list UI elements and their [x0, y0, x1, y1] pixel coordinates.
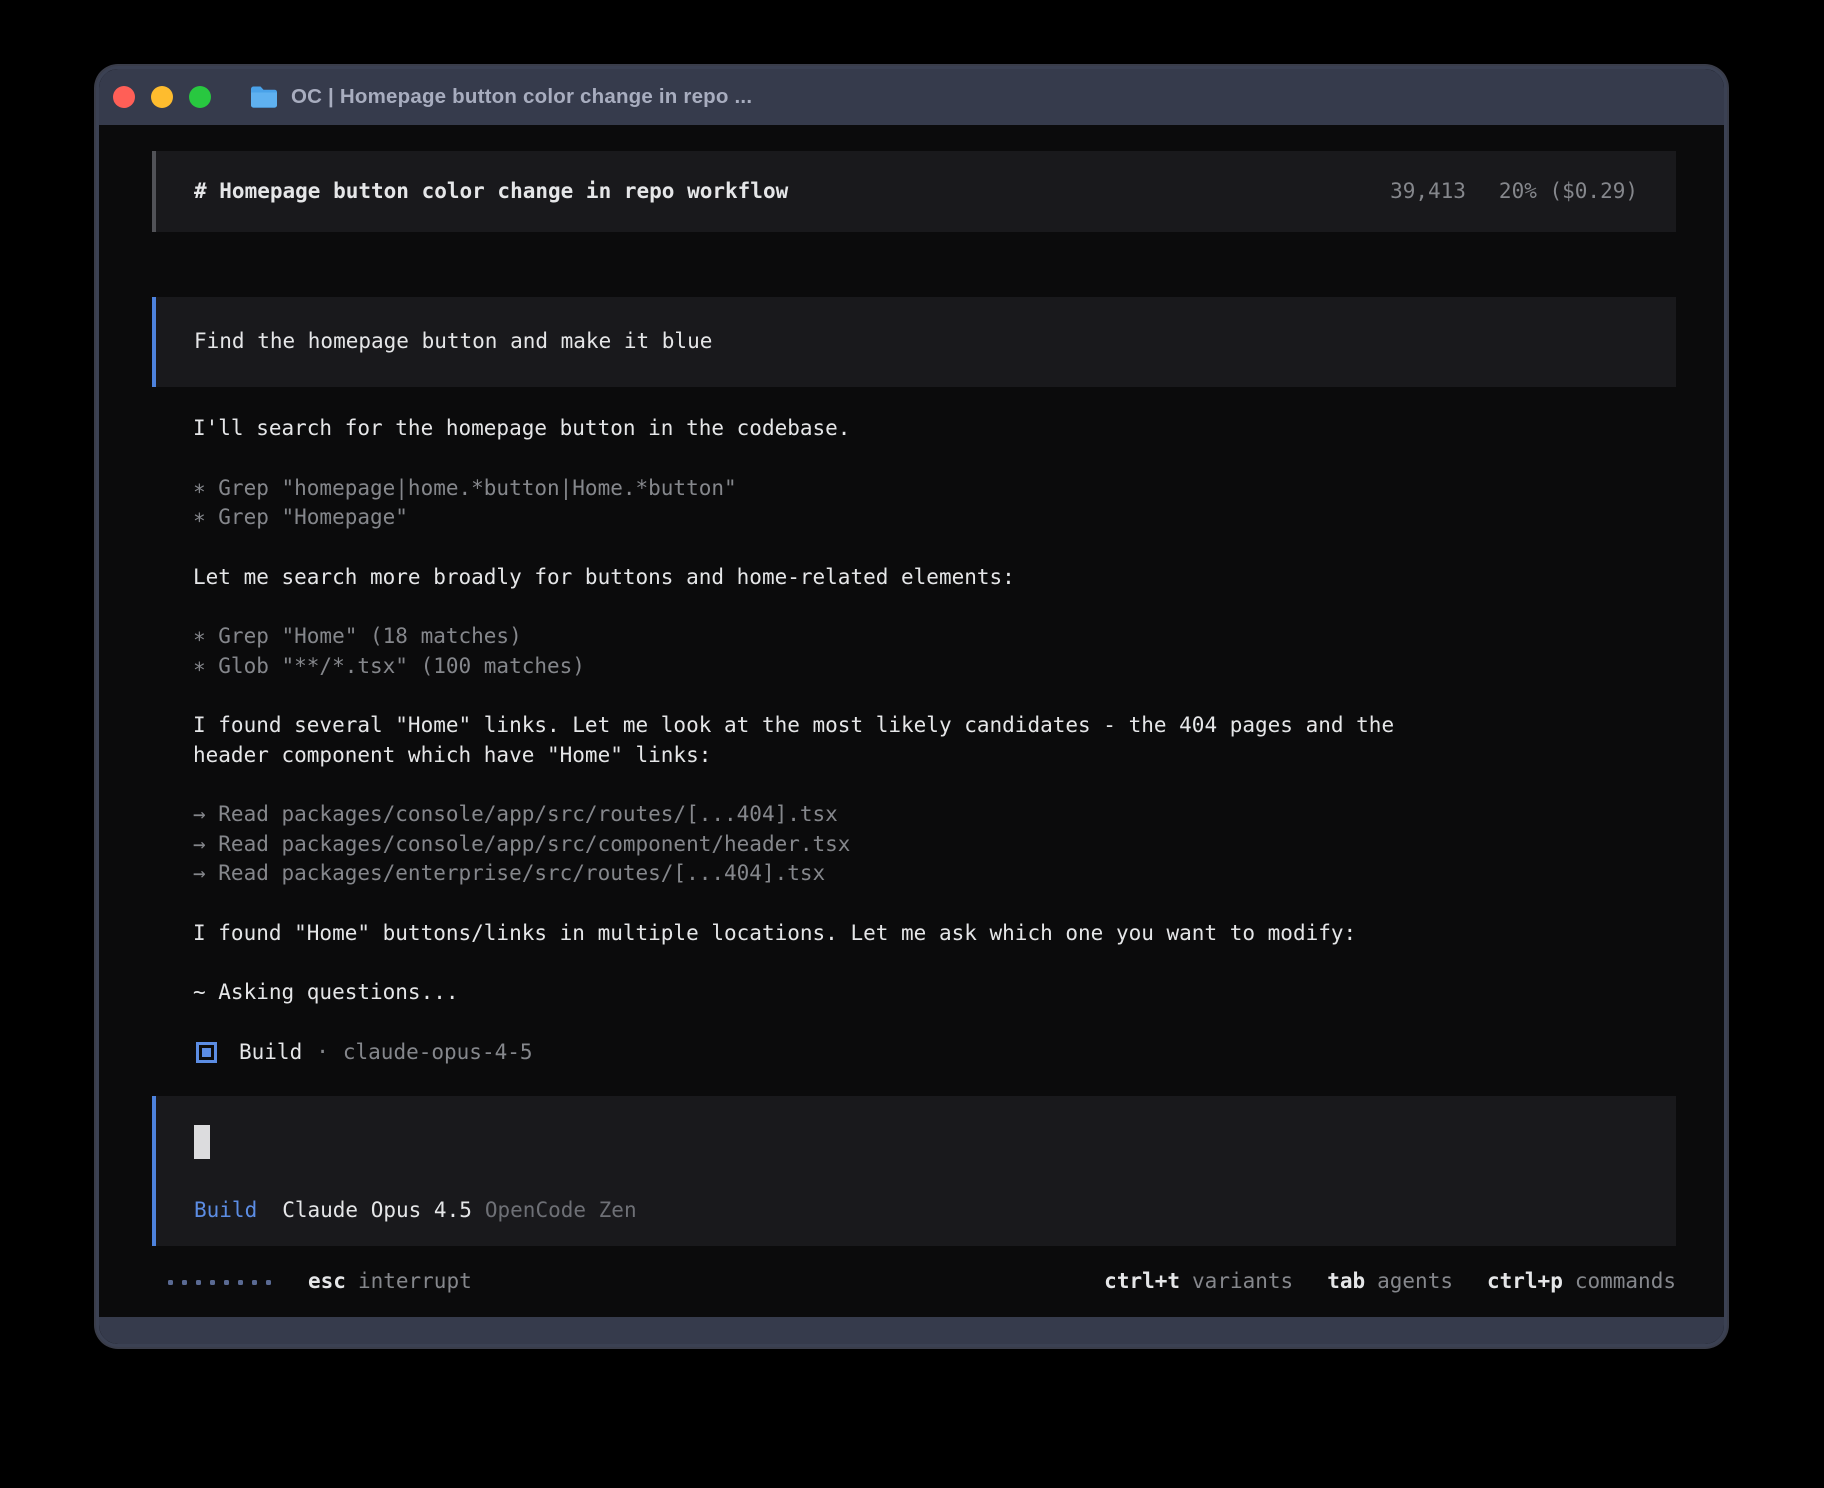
input-status-line: Build Claude Opus 4.5 OpenCode Zen — [194, 1196, 1638, 1226]
spinner-dot — [182, 1280, 187, 1285]
assistant-paragraph: I found "Home" buttons/links in multiple… — [193, 919, 1676, 949]
prompt-input[interactable]: Build Claude Opus 4.5 OpenCode Zen — [152, 1096, 1676, 1247]
tool-call-line: ∗ Glob "**/*.tsx" (100 matches) — [193, 652, 1676, 682]
user-message: Find the homepage button and make it blu… — [152, 297, 1676, 387]
assistant-paragraph: ~ Asking questions... — [193, 978, 1676, 1008]
folder-icon — [249, 85, 279, 109]
hint-key: ctrl+p — [1487, 1267, 1563, 1297]
hint-label: agents — [1377, 1267, 1453, 1297]
window-bottom-strip — [99, 1317, 1724, 1344]
assistant-text-line: I found several "Home" links. Let me loo… — [193, 711, 1676, 741]
hint-variants: ctrl+t variants — [1104, 1267, 1293, 1297]
tool-call-group: ∗ Grep "homepage|home.*button|Home.*butt… — [193, 474, 1676, 533]
assistant-text-line: header component which have "Home" links… — [193, 741, 1676, 771]
assistant-text-line: Let me search more broadly for buttons a… — [193, 563, 1676, 593]
assistant-paragraph: I found several "Home" links. Let me loo… — [193, 711, 1676, 770]
session-title: # Homepage button color change in repo w… — [194, 177, 788, 207]
tool-call-line: → Read packages/enterprise/src/routes/[.… — [193, 859, 1676, 889]
spinner-dot — [210, 1280, 215, 1285]
minimize-button[interactable] — [151, 86, 173, 108]
terminal-window: OC | Homepage button color change in rep… — [96, 66, 1727, 1347]
window-title: OC | Homepage button color change in rep… — [291, 85, 752, 109]
tool-call-line: ∗ Grep "Homepage" — [193, 503, 1676, 533]
assistant-text-line: I found "Home" buttons/links in multiple… — [193, 919, 1676, 949]
hint-interrupt: esc interrupt — [308, 1267, 472, 1297]
hint-commands: ctrl+p commands — [1487, 1267, 1676, 1297]
hint-key: tab — [1327, 1267, 1365, 1297]
tool-call-group: ∗ Grep "Home" (18 matches)∗ Glob "**/*.t… — [193, 622, 1676, 681]
provider-label: OpenCode Zen — [485, 1196, 637, 1226]
tool-call-line: ∗ Grep "homepage|home.*button|Home.*butt… — [193, 474, 1676, 504]
hint-key: ctrl+t — [1104, 1267, 1180, 1297]
terminal-content: # Homepage button color change in repo w… — [99, 125, 1724, 1317]
assistant-paragraph: Let me search more broadly for buttons a… — [193, 563, 1676, 593]
agent-build-icon — [196, 1042, 217, 1063]
assistant-paragraph: I'll search for the homepage button in t… — [193, 414, 1676, 444]
working-spinner-dots — [168, 1280, 280, 1285]
agent-mode-label: Build — [194, 1196, 257, 1226]
conversation-log: I'll search for the homepage button in t… — [152, 414, 1676, 1096]
assistant-text-line: ~ Asking questions... — [193, 978, 1676, 1008]
spinner-dot — [224, 1280, 229, 1285]
agent-name: Build — [239, 1038, 302, 1068]
user-message-text: Find the homepage button and make it blu… — [194, 327, 712, 357]
context-usage: 20% ($0.29) — [1499, 177, 1638, 207]
tool-call-line: ∗ Grep "Home" (18 matches) — [193, 622, 1676, 652]
hint-key: esc — [308, 1267, 346, 1297]
close-button[interactable] — [113, 86, 135, 108]
token-count: 39,413 — [1390, 177, 1466, 207]
tool-call-line: → Read packages/console/app/src/componen… — [193, 830, 1676, 860]
spinner-dot — [252, 1280, 257, 1285]
status-bar: esc interrupt ctrl+tvariantstabagentsctr… — [152, 1267, 1676, 1297]
hint-agents: tab agents — [1327, 1267, 1453, 1297]
assistant-text-line: I'll search for the homepage button in t… — [193, 414, 1676, 444]
status-bar-right: ctrl+t variants tab agents ctrl+p commands — [1070, 1267, 1676, 1297]
spinner-dot — [238, 1280, 243, 1285]
tool-call-group: → Read packages/console/app/src/routes/[… — [193, 800, 1676, 889]
agent-model-id: claude-opus-4-5 — [343, 1038, 533, 1068]
spinner-dot — [266, 1280, 271, 1285]
agent-status-line: Build · claude-opus-4-5 — [196, 1038, 1676, 1068]
session-header: # Homepage button color change in repo w… — [152, 151, 1676, 232]
model-name-label: Claude Opus 4.5 — [282, 1196, 472, 1226]
hint-label: commands — [1575, 1267, 1676, 1297]
spinner-dot — [196, 1280, 201, 1285]
agent-separator: · — [316, 1038, 329, 1068]
spinner-dot — [168, 1280, 173, 1285]
hint-label: variants — [1192, 1267, 1293, 1297]
hint-label: interrupt — [358, 1267, 472, 1297]
zoom-button[interactable] — [189, 86, 211, 108]
tool-call-line: → Read packages/console/app/src/routes/[… — [193, 800, 1676, 830]
text-cursor — [194, 1125, 210, 1159]
window-titlebar: OC | Homepage button color change in rep… — [99, 69, 1724, 125]
session-stats: 39,413 20% ($0.29) — [1390, 177, 1638, 207]
